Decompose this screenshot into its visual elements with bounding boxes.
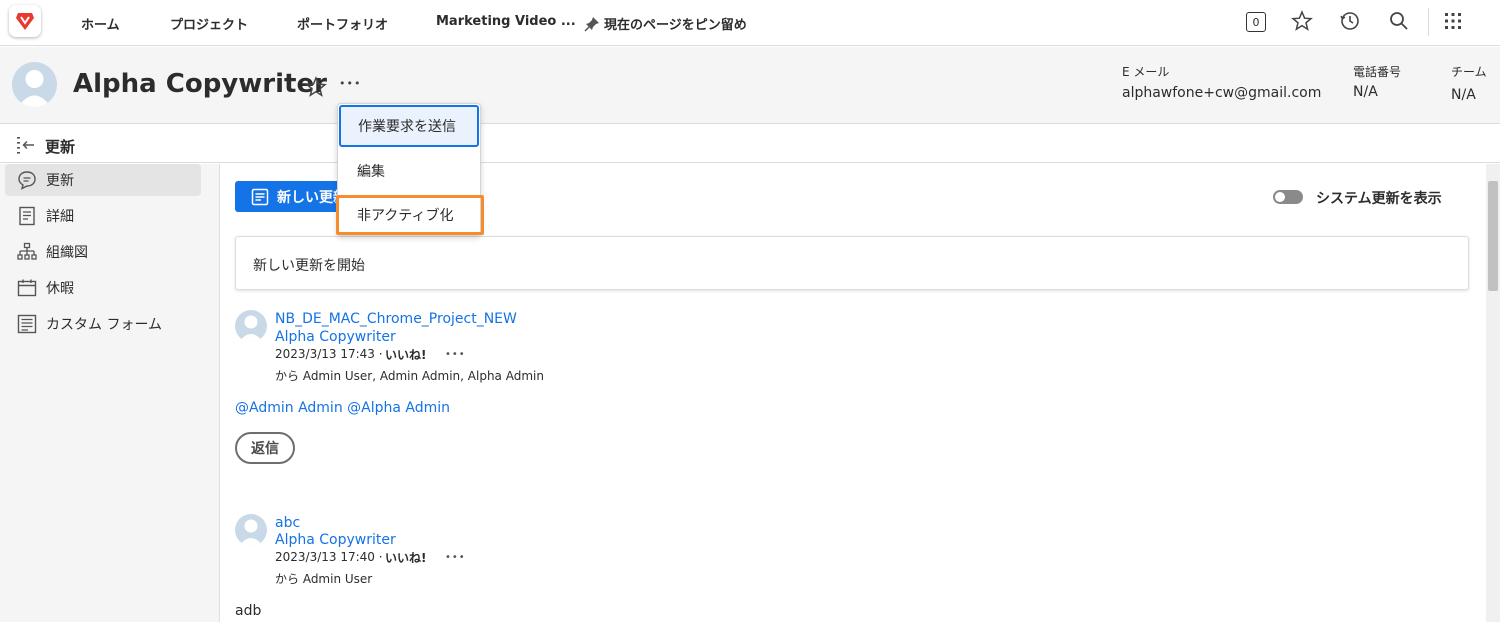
avatar-person-icon: [18, 70, 51, 107]
form-icon: [16, 313, 38, 335]
post-body-mentions[interactable]: @Admin Admin @Alpha Admin: [235, 400, 450, 416]
scrollbar-thumb[interactable]: [1488, 181, 1498, 291]
user-header: Alpha Copywriter ••• E メール alphawfone+cw…: [0, 47, 1500, 124]
phone-value: N/A: [1353, 84, 1378, 100]
top-navigation: ホーム プロジェクト ポートフォリオ Marketing Video ... 現…: [0, 0, 1500, 46]
search-icon[interactable]: [1388, 10, 1410, 32]
page-title: Alpha Copywriter: [73, 69, 327, 99]
sidebar-item-custom-forms[interactable]: カスタム フォーム: [5, 308, 201, 340]
post-body: adb: [235, 603, 262, 619]
pin-icon: [584, 16, 599, 32]
nav-pin-page[interactable]: 現在のページをピン留め: [584, 14, 747, 33]
sidebar-item-label: 組織図: [46, 245, 88, 261]
menu-item-send-work-request[interactable]: 作業要求を送信: [339, 105, 479, 147]
collapse-panel-icon[interactable]: [16, 136, 36, 154]
team-label: チーム: [1451, 65, 1487, 79]
sidebar-item-label: カスタム フォーム: [46, 317, 163, 333]
user-avatar: [12, 62, 57, 107]
sidebar-item-details[interactable]: 詳細: [5, 200, 201, 232]
team-value: N/A: [1451, 87, 1476, 103]
sidebar-item-label: 詳細: [46, 209, 74, 225]
section-header: 更新: [0, 125, 1500, 163]
post-timestamp: 2023/3/13 17:43 ·: [275, 347, 383, 361]
reply-button[interactable]: 返信: [235, 432, 295, 464]
sidebar-item-updates[interactable]: 更新: [5, 164, 201, 196]
avatar: [235, 310, 267, 342]
notifications-button[interactable]: 0: [1246, 12, 1266, 32]
new-update-composer[interactable]: 新しい更新を開始: [235, 236, 1469, 290]
post-project-link[interactable]: abc: [275, 515, 300, 531]
nav-pin-label: 現在のページをピン留め: [604, 18, 747, 33]
section-title: 更新: [45, 138, 76, 156]
note-icon: [251, 188, 269, 205]
deactivate-highlight-outline: [336, 195, 484, 235]
phone-label: 電話番号: [1353, 65, 1402, 79]
post-timestamp: 2023/3/13 17:40 ·: [275, 550, 383, 564]
like-button[interactable]: いいね!: [385, 549, 426, 566]
app-launcher-grid-icon[interactable]: [1444, 12, 1462, 30]
menu-item-edit[interactable]: 編集: [338, 151, 480, 191]
nav-projects[interactable]: プロジェクト: [170, 14, 248, 33]
composer-placeholder: 新しい更新を開始: [253, 258, 365, 274]
nav-portfolios[interactable]: ポートフォリオ: [297, 14, 388, 33]
post-recipients: から Admin User: [275, 572, 373, 586]
sidebar-item-org-chart[interactable]: 組織図: [5, 236, 201, 268]
post-author-link[interactable]: Alpha Copywriter: [275, 532, 396, 548]
post-more-button[interactable]: •••: [445, 552, 466, 563]
calendar-icon: [16, 277, 38, 299]
sidebar-item-label: 更新: [46, 173, 74, 189]
recents-history-icon[interactable]: [1339, 10, 1361, 32]
system-updates-toggle[interactable]: [1273, 190, 1303, 204]
avatar: [235, 514, 267, 546]
post-author-link[interactable]: Alpha Copywriter: [275, 329, 396, 345]
main-scrollbar[interactable]: [1486, 164, 1500, 622]
chat-bubble-icon: [16, 169, 38, 191]
post-recipients: から Admin User, Admin Admin, Alpha Admin: [275, 369, 544, 383]
nav-recent-marketing-video[interactable]: Marketing Video ...: [436, 14, 576, 29]
workfront-logo[interactable]: [9, 5, 41, 37]
more-options-button[interactable]: •••: [339, 77, 361, 90]
logo-icon: [16, 13, 34, 30]
system-updates-label: システム更新を表示: [1316, 191, 1442, 207]
document-icon: [16, 205, 38, 227]
sidebar-item-time-off[interactable]: 休暇: [5, 272, 201, 304]
nav-home[interactable]: ホーム: [81, 14, 120, 33]
post-project-link[interactable]: NB_DE_MAC_Chrome_Project_NEW: [275, 311, 517, 327]
favorites-star-icon[interactable]: [1291, 10, 1313, 32]
like-button[interactable]: いいね!: [385, 346, 426, 363]
email-value: alphawfone+cw@gmail.com: [1122, 85, 1322, 101]
sidebar: 更新 詳細 組織図 休暇 カスタム フォーム: [0, 164, 220, 622]
nav-divider: [1428, 8, 1429, 36]
favorite-star-icon[interactable]: [305, 76, 327, 98]
org-chart-icon: [16, 241, 38, 263]
post-more-button[interactable]: •••: [445, 349, 466, 360]
sidebar-item-label: 休暇: [46, 281, 74, 297]
email-label: E メール: [1122, 65, 1170, 79]
